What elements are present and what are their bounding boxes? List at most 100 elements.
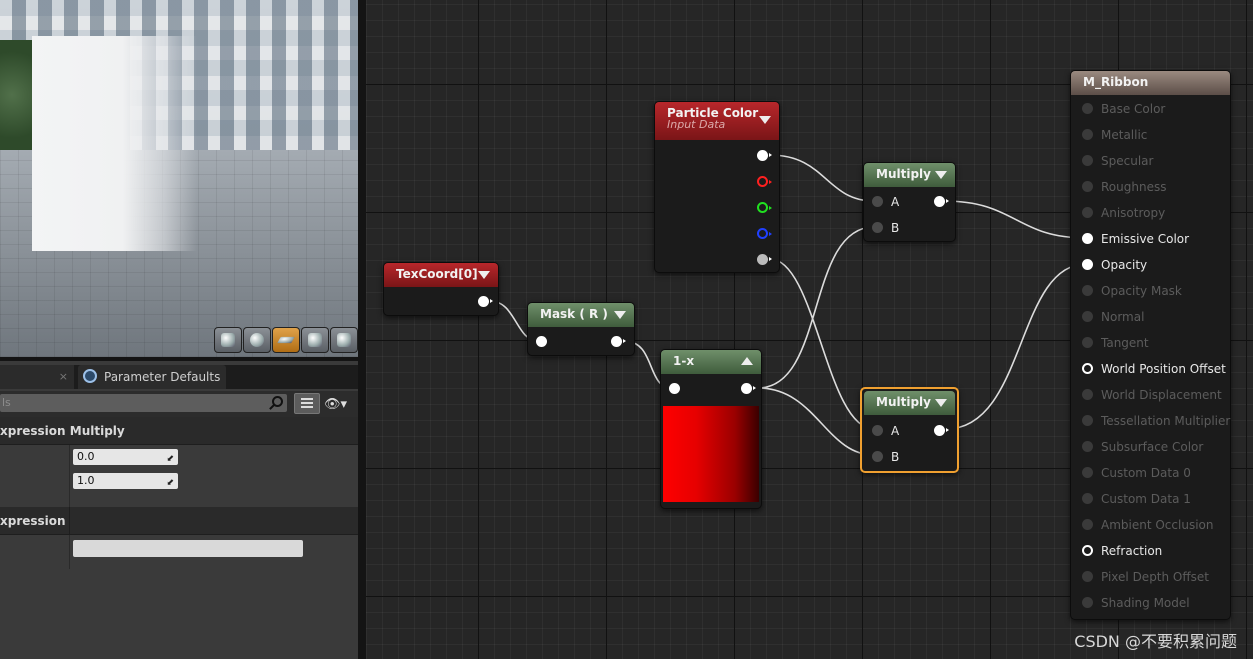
perspective-icon[interactable] <box>214 327 242 353</box>
section-expression-multiply[interactable]: xpression Multiply <box>0 417 358 445</box>
particle-color-node[interactable]: Particle Color Input Data <box>654 101 780 273</box>
collapse-node-icon[interactable] <box>741 357 753 365</box>
multiply-1-a-pin[interactable] <box>872 196 883 207</box>
const-b-field[interactable]: 1.0 ⬋ <box>73 473 178 489</box>
material-input-label: Opacity <box>1101 258 1148 272</box>
particle-color-header: Particle Color Input Data <box>655 102 779 140</box>
material-input-pin[interactable] <box>1082 363 1093 374</box>
multiply-2-output-pin[interactable] <box>934 425 949 436</box>
material-input-label: Anisotropy <box>1101 206 1166 220</box>
multiply-node-1[interactable]: Multiply A B <box>863 162 956 242</box>
material-result-node[interactable]: M_Ribbon Base Color Metallic Specular Rough… <box>1070 70 1231 620</box>
wire-particle-mult2a <box>769 258 875 430</box>
collapse-node-icon[interactable] <box>759 116 771 124</box>
multiply-2-b-pin[interactable] <box>872 451 883 462</box>
particle-rgb-pin[interactable] <box>757 150 772 161</box>
material-input-pin[interactable] <box>1082 467 1093 478</box>
material-input-pin[interactable] <box>1082 181 1093 192</box>
multiply-1-output-pin[interactable] <box>934 196 949 207</box>
sphere-preview-icon[interactable] <box>243 327 271 353</box>
mask-output-pin[interactable] <box>611 336 626 347</box>
cube-preview-icon[interactable] <box>301 327 329 353</box>
material-input-pin[interactable] <box>1082 441 1093 452</box>
material-input-label: Pixel Depth Offset <box>1101 570 1209 584</box>
tab-parameter-defaults[interactable]: Parameter Defaults <box>78 365 226 389</box>
search-icon[interactable] <box>272 396 283 407</box>
collapse-node-icon[interactable] <box>935 399 947 407</box>
multiply-node-2[interactable]: Multiply A B <box>860 387 959 473</box>
multiply-2-title: Multiply <box>876 395 931 409</box>
material-graph[interactable]: TexCoord[0] Mask ( R ) 1-x Particle Colo… <box>366 0 1253 659</box>
material-input-pin[interactable] <box>1082 519 1093 530</box>
multiply-2-a-pin[interactable] <box>872 425 883 436</box>
material-input-pin[interactable] <box>1082 389 1093 400</box>
watermark-text: CSDN @不要积累问题 <box>1074 632 1237 651</box>
material-input-label: Base Color <box>1101 102 1166 116</box>
details-search-input[interactable]: ls <box>0 394 287 412</box>
mask-node[interactable]: Mask ( R ) <box>527 302 635 356</box>
description-field[interactable] <box>73 540 303 557</box>
details-search-row: ls 👁▾ <box>0 391 358 417</box>
material-input-pin[interactable] <box>1082 597 1093 608</box>
collapse-node-icon[interactable] <box>935 171 947 179</box>
material-input-pin[interactable] <box>1082 337 1093 348</box>
tab-parameter-defaults-label: Parameter Defaults <box>104 370 221 384</box>
oneminus-node[interactable]: 1-x <box>660 349 762 509</box>
multiply-1-title: Multiply <box>876 167 931 181</box>
wire-particle-mult1a <box>769 154 875 202</box>
material-result-title: M_Ribbon <box>1083 75 1149 89</box>
material-input-pin[interactable] <box>1082 545 1093 556</box>
material-input-label: Custom Data 1 <box>1101 492 1191 506</box>
tab-details[interactable]: × <box>0 365 74 389</box>
drag-handle-icon[interactable]: ⬋ <box>166 451 174 467</box>
plane-preview-icon[interactable] <box>272 327 300 353</box>
multiply-1-a-label: A <box>891 195 900 209</box>
material-input-pin[interactable] <box>1082 571 1093 582</box>
oneminus-output-pin[interactable] <box>741 383 756 394</box>
particle-color-subtitle: Input Data <box>667 118 726 131</box>
list-view-icon[interactable] <box>294 393 320 414</box>
material-input-label: Ambient Occlusion <box>1101 518 1214 532</box>
multiply-1-b-pin[interactable] <box>872 222 883 233</box>
const-b-value: 1.0 <box>77 474 95 487</box>
material-input-pin[interactable] <box>1082 259 1093 270</box>
multiply-2-b-label: B <box>891 450 900 464</box>
material-editor: × Parameter Defaults ls 👁▾ xpression Mul… <box>0 0 1253 659</box>
material-input-pin[interactable] <box>1082 311 1093 322</box>
texcoord-node[interactable]: TexCoord[0] <box>383 262 499 316</box>
eye-visibility-icon[interactable]: 👁▾ <box>324 397 347 412</box>
particle-a-pin[interactable] <box>757 254 772 265</box>
tab-bar: × Parameter Defaults <box>0 365 358 389</box>
panel-splitter[interactable] <box>358 0 366 659</box>
mask-input-pin[interactable] <box>536 336 547 347</box>
particle-g-pin[interactable] <box>757 202 772 213</box>
material-input-pin[interactable] <box>1082 493 1093 504</box>
wire-mult2-opacity <box>945 263 1087 430</box>
texcoord-output-pin[interactable] <box>478 296 493 307</box>
section-title: xpression Multiply <box>0 424 125 438</box>
material-input-label: Specular <box>1101 154 1154 168</box>
material-input-pin[interactable] <box>1082 129 1093 140</box>
particle-b-pin[interactable] <box>757 228 772 239</box>
const-a-field[interactable]: 0.0 ⬋ <box>73 449 178 465</box>
material-input-pin[interactable] <box>1082 233 1093 244</box>
particle-r-pin[interactable] <box>757 176 772 187</box>
material-input-label: Roughness <box>1101 180 1167 194</box>
material-input-label: Emissive Color <box>1101 232 1190 246</box>
search-placeholder: ls <box>2 396 11 409</box>
preview-viewport[interactable] <box>0 0 358 357</box>
material-input-pin[interactable] <box>1082 285 1093 296</box>
drag-handle-icon[interactable]: ⬋ <box>166 475 174 491</box>
parameter-defaults-icon <box>83 369 97 383</box>
material-input-pin[interactable] <box>1082 415 1093 426</box>
material-input-pin[interactable] <box>1082 103 1093 114</box>
section-expression[interactable]: xpression <box>0 507 358 535</box>
teapot-preview-icon[interactable] <box>330 327 358 353</box>
material-input-pin[interactable] <box>1082 207 1093 218</box>
collapse-node-icon[interactable] <box>478 271 490 279</box>
close-icon[interactable]: × <box>59 365 68 389</box>
material-input-pin[interactable] <box>1082 155 1093 166</box>
mask-header: Mask ( R ) <box>528 303 634 327</box>
oneminus-input-pin[interactable] <box>669 383 680 394</box>
collapse-node-icon[interactable] <box>614 311 626 319</box>
